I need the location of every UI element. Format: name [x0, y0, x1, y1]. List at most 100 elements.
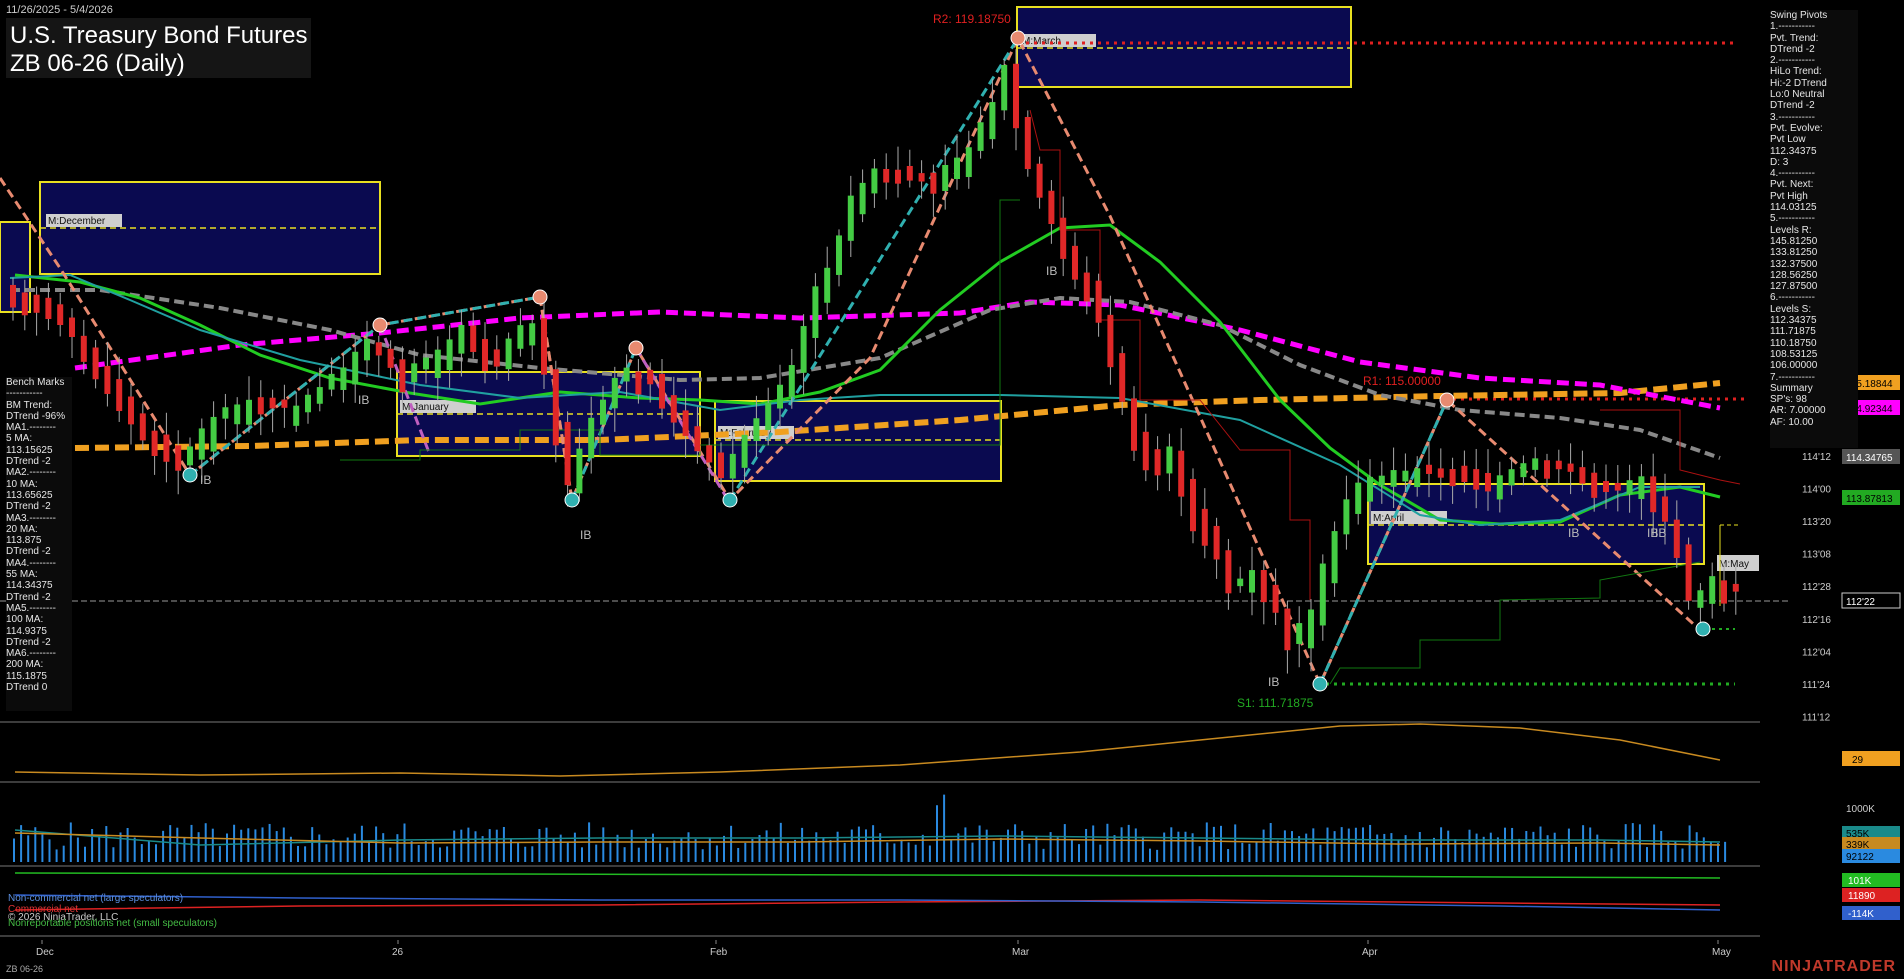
swing-panel-line: HiLo Trend:	[1770, 66, 1822, 78]
bench-marks-panel: Bench Marks ----------- BM Trend: DTrend -9…	[6, 377, 72, 711]
x-tick-label: May	[1712, 947, 1731, 958]
candle-body	[753, 418, 760, 442]
candle-body	[45, 297, 52, 319]
bench-panel-line: DTrend -2	[6, 636, 51, 648]
chart-subtitle: ZB 06-26 (Daily)	[10, 50, 185, 77]
candle-body	[246, 399, 252, 425]
swing-pivot-marker	[532, 289, 548, 305]
candle-body	[69, 317, 75, 338]
cot-badge-text: 11890	[1848, 891, 1876, 902]
swing-pivot-marker	[1312, 676, 1328, 692]
bench-panel-line: 20 MA:	[6, 523, 38, 535]
bench-panel-line: DTrend -96%	[6, 410, 66, 422]
candle-body	[352, 351, 359, 385]
candle-body	[482, 338, 488, 372]
bench-panel-line: 55 MA:	[6, 569, 38, 581]
candle	[1024, 110, 1031, 177]
candle-body	[505, 338, 512, 370]
candle-body	[163, 434, 170, 462]
y-tick-label: 112'16	[1802, 615, 1831, 626]
candle-body	[1673, 519, 1680, 558]
candle-body	[836, 235, 842, 275]
candle-body	[1131, 398, 1137, 451]
candle-body	[1367, 476, 1373, 502]
candle-body	[305, 394, 311, 413]
candle-body	[1532, 458, 1539, 470]
bench-panel-line: 200 MA:	[6, 659, 44, 671]
candle-body	[175, 445, 182, 471]
candle-body	[1449, 469, 1456, 487]
bench-panel-line: -----------	[6, 388, 43, 400]
bench-panel-line: DTrend -2	[6, 546, 51, 558]
bench-panel-line: 10 MA:	[6, 478, 38, 490]
candle-body	[1555, 460, 1562, 470]
price-chart[interactable]: 119'08118'28118'16118'04117'24117'12117'…	[0, 0, 1904, 979]
swing-panel-line: 5.-----------	[1770, 213, 1815, 225]
bench-panel-line: MA1.--------	[6, 422, 56, 434]
candle-body	[1072, 245, 1078, 280]
ib-label: IB	[1268, 675, 1279, 689]
x-tick-label: 26	[392, 947, 404, 958]
swing-pivot-marker	[564, 492, 580, 508]
swing-panel-line: SP's: 98	[1770, 394, 1807, 406]
candle-body	[1225, 550, 1232, 594]
candle-body	[1544, 460, 1550, 479]
candle-body	[1473, 469, 1480, 490]
candle-body	[328, 373, 335, 390]
swing-panel-line: Swing Pivots	[1770, 10, 1828, 21]
candle-body	[198, 428, 205, 460]
candle-body	[1378, 475, 1385, 486]
monthly-box-label: M:December	[48, 216, 106, 227]
candle-body	[269, 397, 276, 409]
candle-body	[1662, 496, 1668, 522]
candle-body	[1343, 499, 1350, 535]
candle-body	[92, 347, 99, 380]
candle-body	[576, 448, 583, 494]
r1-label: R1: 115.00000	[1363, 374, 1441, 388]
x-tick-label: Apr	[1362, 947, 1378, 958]
swing-panel-line: 127.87500	[1770, 281, 1818, 293]
cot-badge-text: -114K	[1848, 909, 1874, 920]
candle-body	[1496, 475, 1503, 500]
candle-body	[682, 410, 689, 436]
candle-body	[1178, 450, 1185, 497]
candle-body	[1331, 531, 1338, 584]
y-tick-label: 111'24	[1802, 680, 1831, 691]
candle-body	[600, 399, 606, 425]
candle-body	[1355, 482, 1362, 514]
bench-panel-line: BM Trend:	[6, 399, 53, 411]
bench-panel-line: MA6.--------	[6, 648, 56, 660]
swing-panel-line: 112.34375	[1770, 315, 1817, 327]
bench-panel-line: 113.15625	[6, 444, 53, 456]
candle-body	[128, 396, 134, 425]
candle-body	[1732, 583, 1739, 592]
candle-body	[364, 338, 370, 361]
candle-body	[718, 452, 724, 479]
swing-pivot-marker	[1695, 621, 1711, 637]
x-tick-label: Feb	[710, 947, 728, 958]
candle-body	[1508, 469, 1515, 486]
candle-body	[1166, 446, 1173, 474]
candle-body	[1119, 353, 1126, 402]
swing-panel-line: 128.56250	[1770, 269, 1818, 281]
candle-body	[611, 377, 618, 409]
candle-body	[1249, 570, 1255, 593]
candle-body	[1520, 463, 1527, 478]
footer-symbol: ZB 06-26	[6, 964, 44, 974]
candle-body	[1390, 470, 1397, 487]
bench-panel-line: DTrend -2	[6, 456, 51, 468]
candle-body	[1437, 468, 1444, 478]
candle-body	[883, 169, 890, 183]
ib-label: IB	[358, 393, 369, 407]
candle-body	[989, 102, 996, 140]
candle-body	[729, 453, 736, 479]
swing-panel-line: 6.-----------	[1770, 292, 1815, 304]
monthly-box-label: M:January	[402, 402, 449, 413]
r2-label: R2: 119.18750	[933, 12, 1011, 26]
candle-body	[458, 325, 465, 354]
candle-body	[316, 387, 323, 404]
swing-panel-line: 112.34375	[1770, 145, 1817, 157]
candle-body	[564, 421, 571, 486]
candle-body	[623, 367, 630, 382]
ib-label: IB	[1655, 526, 1666, 540]
